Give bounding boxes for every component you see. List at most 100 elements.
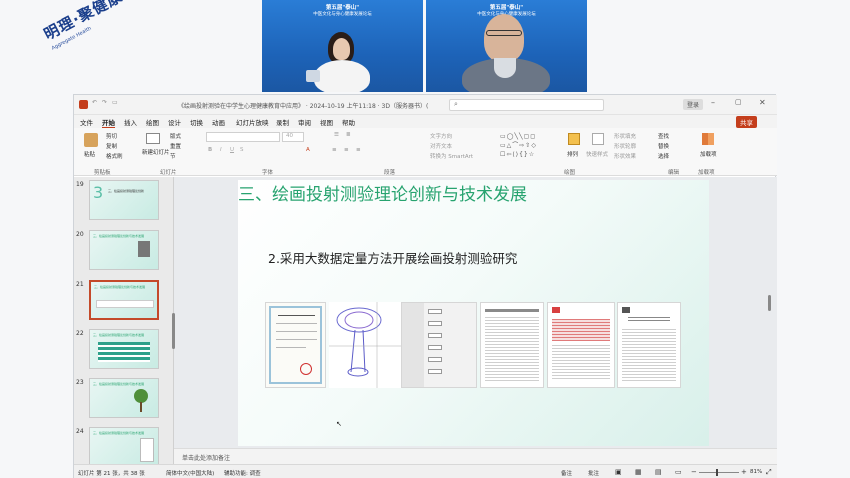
tree-drawing-image[interactable] [329, 302, 405, 388]
menu-draw[interactable]: 绘图 [146, 117, 159, 127]
accessibility-status[interactable]: 辅助功能: 调查 [224, 469, 261, 477]
font-color-icon[interactable]: A [306, 147, 310, 153]
software-screenshot-image[interactable] [401, 302, 477, 388]
find-button[interactable]: 查找 [658, 132, 669, 140]
video-tile-right[interactable]: 第五届"泰山" 中医文化与身心健康发展论坛 [426, 0, 587, 92]
menu-view[interactable]: 视图 [320, 117, 333, 127]
paste-button[interactable]: 粘贴 [84, 150, 95, 158]
bold-button[interactable]: B [208, 147, 212, 153]
login-button[interactable]: 登录 [683, 99, 704, 110]
certificate-line [278, 315, 315, 316]
slide-thumbnail-20[interactable]: 三、绘画投射测验理论创新与技术发展 [89, 230, 159, 270]
slide-thumbnail-22[interactable]: 三、绘画投射测验理论创新与技术发展 [89, 329, 159, 369]
shape-fill-button[interactable]: 形状填充 [614, 132, 636, 140]
quick-styles-icon[interactable] [592, 133, 604, 145]
select-button[interactable]: 选择 [658, 152, 669, 160]
shapes-gallery[interactable]: ▭◯╲╲▢◻ ▭△⌒⇨⇧◇ ☐⇦⟨⟩{}☆ [500, 132, 558, 160]
copy-button[interactable]: 复制 [106, 142, 117, 150]
arrange-button[interactable]: 排列 [567, 150, 578, 158]
share-button[interactable]: 共享 [736, 116, 757, 128]
replace-button[interactable]: 替换 [658, 142, 669, 150]
quick-styles-button[interactable]: 快速样式 [586, 150, 608, 158]
certificate-image[interactable] [265, 302, 326, 388]
paper-text [552, 345, 610, 381]
paper-image-3[interactable] [617, 302, 681, 388]
paper-image-1[interactable] [480, 302, 544, 388]
zoom-level[interactable]: 81% [750, 469, 762, 475]
zoom-in-icon[interactable]: + [741, 468, 747, 476]
close-icon[interactable]: ✕ [759, 98, 766, 107]
numbering-icon[interactable]: ≣ [346, 132, 351, 138]
menu-design[interactable]: 设计 [168, 117, 181, 127]
bullets-icon[interactable]: ☰ [334, 132, 339, 138]
font-size-select[interactable]: 40 [282, 132, 304, 142]
menu-file[interactable]: 文件 [80, 117, 93, 127]
minimize-icon[interactable]: – [711, 98, 715, 107]
smartart-button[interactable]: 转换为 SmartArt [430, 152, 473, 160]
document-title: 《绘画投射测验在中学生心理健康教育中应用》 · 2024-10-19 上午11:… [178, 103, 428, 110]
addins-icon[interactable] [702, 133, 714, 145]
cut-button[interactable]: 剪切 [106, 132, 117, 140]
paper-image-2[interactable] [547, 302, 615, 388]
menu-home[interactable]: 开始 [102, 117, 115, 128]
video-tile-left[interactable]: 第五届"泰山" 中医文化与身心健康发展论坛 [262, 0, 423, 92]
align-text-button[interactable]: 对齐文本 [430, 142, 452, 150]
paste-icon[interactable] [84, 133, 98, 147]
reading-view-icon[interactable]: ▤ [655, 468, 662, 476]
zoom-out-icon[interactable]: − [691, 468, 697, 476]
vertical-scrollbar[interactable] [768, 295, 771, 311]
slide-thumbnail-24[interactable]: 三、绘画投射测验理论创新与技术发展 [89, 427, 159, 464]
search-input[interactable]: ⌕ [449, 99, 604, 111]
slide-thumbnail-19[interactable]: 3 三、绘画投射测验理论创新 [89, 180, 159, 220]
speaker-face [484, 14, 524, 62]
arrange-icon[interactable] [568, 133, 580, 145]
phone-icon [306, 70, 320, 82]
font-name-select[interactable] [206, 132, 280, 142]
new-slide-icon[interactable] [146, 133, 160, 144]
shape-effects-button[interactable]: 形状效果 [614, 152, 636, 160]
underline-button[interactable]: U [230, 147, 234, 153]
align-center-icon[interactable]: ≡ [344, 147, 349, 153]
current-slide[interactable]: 三、绘画投射测验理论创新与技术发展 2.采用大数据定量方法开展绘画投射测验研究 [238, 180, 709, 446]
align-left-icon[interactable]: ≡ [332, 147, 337, 153]
slide-thumbnail-21[interactable]: 三、绘画投射测验理论创新与技术发展 [89, 280, 159, 320]
fit-slide-icon[interactable]: ⤢ [766, 468, 772, 477]
text-direction-button[interactable]: 文字方向 [430, 132, 452, 140]
thumb-table [98, 342, 150, 362]
slide-sorter-icon[interactable]: ▦ [635, 468, 642, 476]
notes-pane[interactable]: 单击此处添加备注 [174, 448, 777, 464]
menu-help[interactable]: 帮助 [342, 117, 355, 127]
zoom-slider[interactable] [699, 472, 739, 473]
menu-insert[interactable]: 插入 [124, 117, 137, 127]
align-right-icon[interactable]: ≡ [356, 147, 361, 153]
zoom-slider-thumb[interactable] [716, 469, 718, 476]
slide-title[interactable]: 三、绘画投射测验理论创新与技术发展 [238, 180, 527, 205]
shape-outline-button[interactable]: 形状轮廓 [614, 142, 636, 150]
comments-button[interactable]: 批注 [588, 469, 599, 477]
paper-abstract [552, 319, 610, 341]
notes-button[interactable]: 备注 [561, 469, 572, 477]
format-painter-button[interactable]: 格式刷 [106, 152, 123, 160]
slideshow-view-icon[interactable]: ▭ [675, 468, 682, 476]
menu-animations[interactable]: 动画 [212, 117, 225, 127]
maximize-icon[interactable]: ▢ [735, 98, 742, 106]
strikethrough-button[interactable]: S [240, 147, 244, 153]
new-slide-button[interactable]: 新建幻灯片 [142, 148, 170, 156]
slide-thumbnail-23[interactable]: 三、绘画投射测验理论创新与技术发展 [89, 378, 159, 418]
present-icon[interactable]: ▭ [112, 99, 118, 106]
italic-button[interactable]: I [220, 147, 222, 153]
undo-icon[interactable]: ↶ [92, 99, 97, 106]
menu-slideshow[interactable]: 幻灯片放映 [236, 117, 269, 127]
reset-button[interactable]: 重置 [170, 142, 181, 150]
menu-record[interactable]: 录制 [276, 117, 289, 127]
thumbnail-scrollbar[interactable] [172, 313, 175, 349]
layout-button[interactable]: 版式 [170, 132, 181, 140]
section-button[interactable]: 节 [170, 152, 176, 160]
normal-view-icon[interactable]: ▣ [615, 468, 622, 476]
menu-review[interactable]: 审阅 [298, 117, 311, 127]
menu-transitions[interactable]: 切换 [190, 117, 203, 127]
redo-icon[interactable]: ↷ [102, 99, 107, 106]
addins-button[interactable]: 加载项 [700, 150, 717, 158]
slide-subtitle[interactable]: 2.采用大数据定量方法开展绘画投射测验研究 [268, 248, 517, 267]
language-status[interactable]: 简体中文(中国大陆) [166, 469, 214, 477]
